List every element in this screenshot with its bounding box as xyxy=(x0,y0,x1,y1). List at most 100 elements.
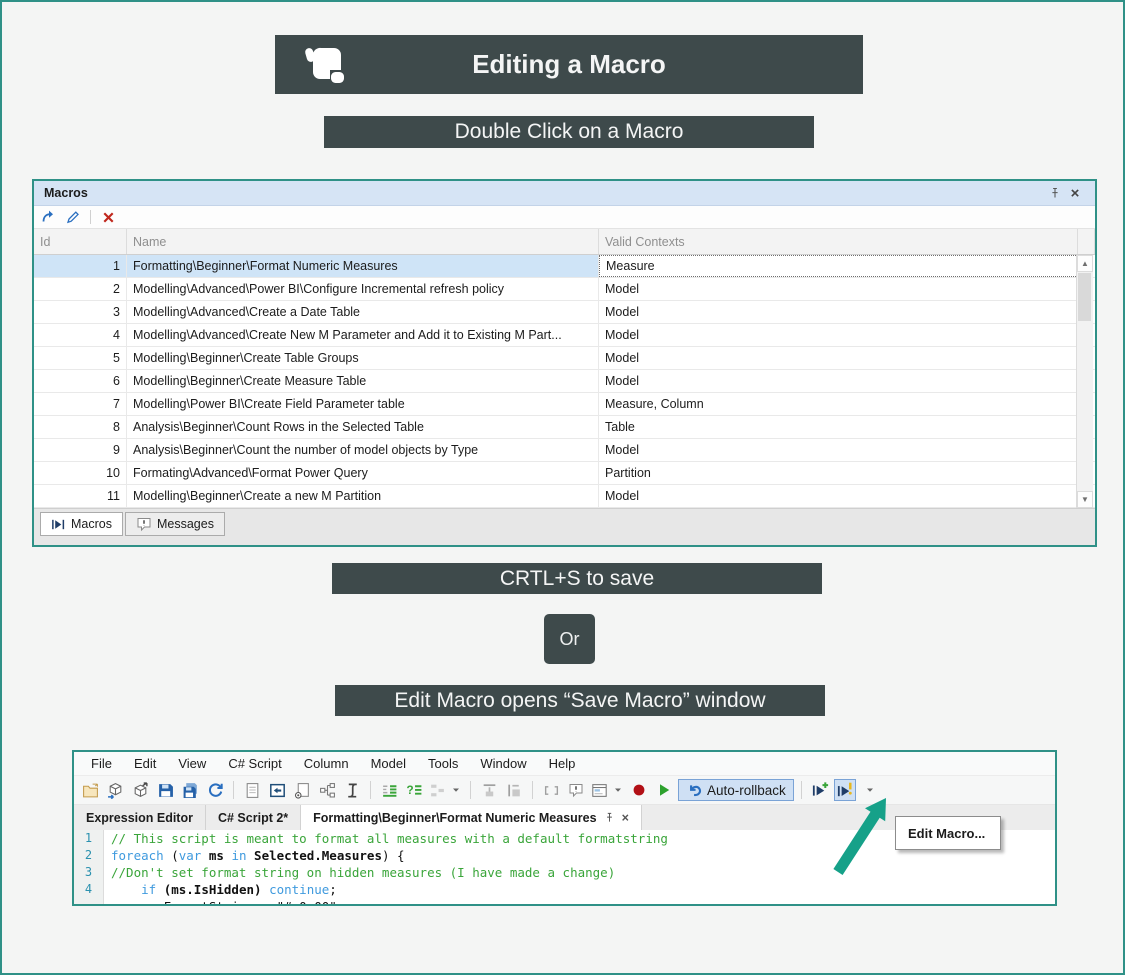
code-text: foreach (var ms in Selected.Measures) { xyxy=(104,847,405,864)
table-row[interactable]: 11Modelling\Beginner\Create a new M Part… xyxy=(34,485,1095,508)
save-icon[interactable] xyxy=(154,779,176,801)
new-document-icon[interactable] xyxy=(241,779,263,801)
panel-tab-label: Messages xyxy=(157,517,214,531)
table-row[interactable]: 8Analysis\Beginner\Count Rows in the Sel… xyxy=(34,416,1095,439)
chevron-down-icon xyxy=(612,784,624,796)
new-partition-icon[interactable] xyxy=(291,779,313,801)
menu-bar: FileEditViewC# ScriptColumnModelToolsWin… xyxy=(74,752,1055,775)
menu-item-c-script[interactable]: C# Script xyxy=(217,756,292,771)
cell-id: 6 xyxy=(34,370,127,392)
preview-changes-icon[interactable] xyxy=(266,779,288,801)
macros-icon xyxy=(51,517,66,532)
cell-name: Modelling\Advanced\Create New M Paramete… xyxy=(127,324,599,346)
auto-rollback-button[interactable]: Auto-rollback xyxy=(678,779,794,801)
hierarchy-icon[interactable] xyxy=(316,779,338,801)
cell-id: 3 xyxy=(34,301,127,323)
line-number: 4 xyxy=(74,881,104,898)
format-dax-icon[interactable] xyxy=(378,779,400,801)
deploy-model-icon[interactable] xyxy=(129,779,151,801)
column-header-name[interactable]: Name xyxy=(127,229,599,254)
table-row[interactable]: 4Modelling\Advanced\Create New M Paramet… xyxy=(34,324,1095,347)
code-text: if (ms.IsHidden) continue; xyxy=(104,881,337,898)
column-header-valid-contexts[interactable]: Valid Contexts xyxy=(599,229,1078,254)
toolbar-separator xyxy=(233,781,234,799)
cell-name: Modelling\Advanced\Power BI\Configure In… xyxy=(127,278,599,300)
diagram-dropdown-icon[interactable] xyxy=(428,779,463,801)
table-row[interactable]: 10Formating\Advanced\Format Power QueryP… xyxy=(34,462,1095,485)
messages-icon xyxy=(136,516,152,532)
menu-item-window[interactable]: Window xyxy=(469,756,537,771)
menu-item-view[interactable]: View xyxy=(167,756,217,771)
line-number: 3 xyxy=(74,864,104,881)
delete-macro-icon[interactable] xyxy=(98,208,118,226)
table-row[interactable]: 2Modelling\Advanced\Power BI\Configure I… xyxy=(34,278,1095,301)
menu-item-column[interactable]: Column xyxy=(293,756,360,771)
panel-tab-macros[interactable]: Macros xyxy=(40,512,123,536)
table-row[interactable]: 9Analysis\Beginner\Count the number of m… xyxy=(34,439,1095,462)
pin-icon[interactable] xyxy=(604,812,615,823)
cell-id: 8 xyxy=(34,416,127,438)
menu-item-tools[interactable]: Tools xyxy=(417,756,469,771)
table-row[interactable]: 5Modelling\Beginner\Create Table GroupsM… xyxy=(34,347,1095,370)
banner-double-click: Double Click on a Macro xyxy=(324,116,814,148)
editor-tab-formatting-beginner-format-numeric-measures[interactable]: Formatting\Beginner\Format Numeric Measu… xyxy=(301,805,642,830)
column-header-id[interactable]: Id xyxy=(34,229,127,254)
pin-icon[interactable] xyxy=(1045,187,1065,199)
refresh-icon[interactable] xyxy=(204,779,226,801)
save-all-icon[interactable] xyxy=(179,779,201,801)
cell-name: Modelling\Beginner\Create a new M Partit… xyxy=(127,485,599,507)
page-title: Editing a Macro xyxy=(472,49,666,80)
panel-footer-tabs: Macros Messages xyxy=(34,508,1095,545)
menu-item-model[interactable]: Model xyxy=(360,756,417,771)
macro-scroll-icon xyxy=(301,41,349,89)
menu-item-help[interactable]: Help xyxy=(538,756,587,771)
menu-item-file[interactable]: File xyxy=(80,756,123,771)
cell-id: 7 xyxy=(34,393,127,415)
code-line: 4 if (ms.IsHidden) continue; xyxy=(74,881,1055,898)
messages-icon[interactable] xyxy=(565,779,587,801)
cell-valid-contexts: Model xyxy=(599,347,1078,369)
panel-tab-messages[interactable]: Messages xyxy=(125,512,225,536)
table-row[interactable]: 1Formatting\Beginner\Format Numeric Meas… xyxy=(34,255,1095,278)
toolbar-separator xyxy=(370,781,371,799)
toolbar-separator xyxy=(801,781,802,799)
scroll-down-icon[interactable]: ▼ xyxy=(1077,491,1093,508)
import-model-icon[interactable] xyxy=(104,779,126,801)
scrollbar-thumb[interactable] xyxy=(1078,273,1091,321)
align-objects-icon[interactable] xyxy=(478,779,500,801)
cell-name: Modelling\Advanced\Create a Date Table xyxy=(127,301,599,323)
chevron-down-icon xyxy=(450,784,462,796)
cell-valid-contexts: Model xyxy=(599,439,1078,461)
cell-name: Analysis\Beginner\Count Rows in the Sele… xyxy=(127,416,599,438)
open-file-icon[interactable] xyxy=(79,779,101,801)
selection-box-icon[interactable] xyxy=(540,779,562,801)
cell-id: 5 xyxy=(34,347,127,369)
run-macro-icon[interactable] xyxy=(39,208,59,226)
cell-name: Formating\Advanced\Format Power Query xyxy=(127,462,599,484)
editor-toolbar: ? Auto-rollback xyxy=(74,775,1055,805)
banner-or: Or xyxy=(544,614,595,664)
layout-window-icon[interactable] xyxy=(590,779,625,801)
menu-item-edit[interactable]: Edit xyxy=(123,756,167,771)
edit-macro-icon[interactable] xyxy=(63,208,83,226)
table-row[interactable]: 6Modelling\Beginner\Create Measure Table… xyxy=(34,370,1095,393)
toolbar-separator xyxy=(470,781,471,799)
format-query-icon[interactable]: ? xyxy=(403,779,425,801)
script-icon[interactable] xyxy=(341,779,363,801)
close-icon[interactable]: × xyxy=(1065,185,1085,202)
panel-tab-label: Macros xyxy=(71,517,112,531)
button-label: Auto-rollback xyxy=(707,783,786,798)
distribute-objects-icon[interactable] xyxy=(503,779,525,801)
code-text: // This script is meant to format all me… xyxy=(104,830,668,847)
run-script-icon[interactable] xyxy=(653,779,675,801)
table-header: Id Name Valid Contexts xyxy=(34,229,1095,255)
table-row[interactable]: 3Modelling\Advanced\Create a Date TableM… xyxy=(34,301,1095,324)
table-row[interactable]: 7Modelling\Power BI\Create Field Paramet… xyxy=(34,393,1095,416)
editor-tab-expression-editor[interactable]: Expression Editor xyxy=(74,805,206,830)
scroll-up-icon[interactable]: ▲ xyxy=(1077,255,1093,272)
record-macro-icon[interactable] xyxy=(628,779,650,801)
close-icon[interactable]: × xyxy=(622,811,629,825)
table-scrollbar[interactable]: ▲ ▼ xyxy=(1076,255,1093,508)
edit-macro-tooltip: Edit Macro... xyxy=(895,816,1001,850)
editor-tab-c-script-2[interactable]: C# Script 2* xyxy=(206,805,301,830)
